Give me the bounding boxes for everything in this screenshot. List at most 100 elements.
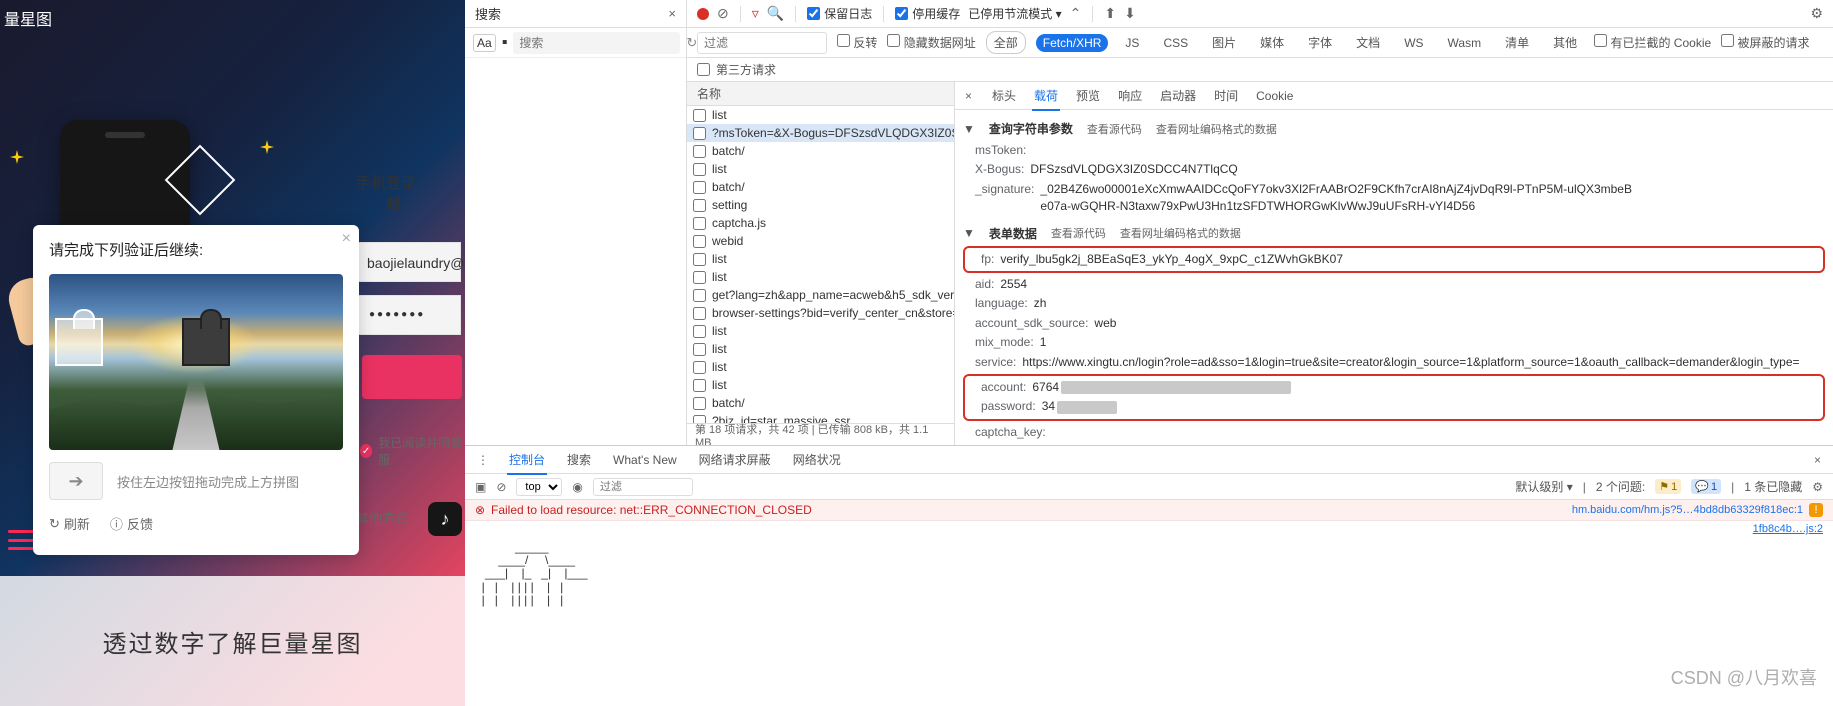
filter-all[interactable]: 全部: [986, 31, 1026, 54]
request-row[interactable]: list: [687, 160, 954, 178]
sidebar-toggle-icon[interactable]: ▣: [475, 480, 486, 494]
filter-img[interactable]: 图片: [1205, 32, 1243, 53]
row-checkbox[interactable]: [693, 343, 706, 356]
row-checkbox[interactable]: [693, 307, 706, 320]
tab-whats-new[interactable]: What's New: [611, 448, 679, 472]
filter-other[interactable]: 其他: [1546, 32, 1584, 53]
captcha-image[interactable]: [49, 274, 343, 450]
query-string-section[interactable]: ▼ 查询字符串参数 查看源代码 查看网址编码格式的数据: [963, 120, 1825, 137]
tab-network-conditions[interactable]: 网络状况: [791, 446, 843, 473]
row-checkbox[interactable]: [693, 235, 706, 248]
tab-payload[interactable]: 载荷: [1032, 82, 1060, 111]
request-row[interactable]: list: [687, 340, 954, 358]
match-case-toggle[interactable]: Aa: [473, 34, 496, 52]
throttle-select[interactable]: 已停用节流模式 ▾: [968, 5, 1061, 22]
feedback-button[interactable]: ⓘ反馈: [110, 514, 153, 533]
row-checkbox[interactable]: [693, 253, 706, 266]
row-checkbox[interactable]: [693, 163, 706, 176]
tab-timing[interactable]: 时间: [1212, 82, 1240, 109]
slider-handle[interactable]: ➔: [49, 462, 103, 500]
row-checkbox[interactable]: [693, 199, 706, 212]
request-row[interactable]: list: [687, 376, 954, 394]
row-checkbox[interactable]: [693, 145, 706, 158]
tab-search[interactable]: 搜索: [565, 446, 593, 473]
tab-preview[interactable]: 预览: [1074, 82, 1102, 109]
blocked-requests-checkbox[interactable]: 被屏蔽的请求: [1721, 34, 1809, 51]
request-row[interactable]: list: [687, 106, 954, 124]
hide-data-urls-checkbox[interactable]: 隐藏数据网址: [887, 34, 975, 51]
close-icon[interactable]: ×: [668, 6, 676, 21]
row-checkbox[interactable]: [693, 271, 706, 284]
issue-badge-info[interactable]: 💬 1: [1691, 479, 1721, 494]
regex-toggle[interactable]: ▪: [502, 34, 508, 52]
issue-badge-warning[interactable]: ⚑ 1: [1655, 479, 1681, 494]
gear-icon[interactable]: ⚙: [1812, 480, 1823, 494]
tab-request-blocking[interactable]: 网络请求屏蔽: [697, 446, 773, 473]
row-checkbox[interactable]: [693, 127, 706, 140]
request-row[interactable]: ?msToken=&X-Bogus=DFSzsdVLQDGX3IZ0SDC...: [687, 124, 954, 142]
gear-icon[interactable]: ⚙: [1810, 5, 1823, 22]
close-icon[interactable]: ×: [1814, 453, 1821, 467]
view-url-encoded-link[interactable]: 查看网址编码格式的数据: [1156, 121, 1277, 137]
filter-css[interactable]: CSS: [1156, 34, 1195, 52]
login-button[interactable]: [362, 355, 462, 399]
filter-wasm[interactable]: Wasm: [1441, 34, 1489, 52]
third-party-checkbox[interactable]: [697, 63, 710, 76]
request-row[interactable]: list: [687, 358, 954, 376]
filter-doc[interactable]: 文档: [1349, 32, 1387, 53]
search-input[interactable]: [513, 32, 680, 54]
request-row[interactable]: list: [687, 268, 954, 286]
tab-initiator[interactable]: 启动器: [1158, 82, 1198, 109]
disable-cache-checkbox[interactable]: 停用缓存: [895, 5, 960, 22]
context-selector[interactable]: top: [516, 478, 562, 496]
request-row[interactable]: webid: [687, 232, 954, 250]
close-icon[interactable]: ×: [965, 89, 972, 103]
upload-icon[interactable]: ⬆: [1104, 5, 1116, 22]
row-checkbox[interactable]: [693, 181, 706, 194]
request-row[interactable]: captcha.js: [687, 214, 954, 232]
tab-response[interactable]: 响应: [1116, 82, 1144, 109]
request-row[interactable]: browser-settings?bid=verify_center_cn&st…: [687, 304, 954, 322]
wifi-icon[interactable]: ⌃: [1070, 5, 1082, 22]
view-url-encoded-link[interactable]: 查看网址编码格式的数据: [1120, 225, 1241, 241]
filter-js[interactable]: JS: [1118, 34, 1146, 52]
password-field[interactable]: ●●●●●●●: [356, 295, 461, 335]
tab-phone-login[interactable]: 手机登录: [356, 175, 416, 192]
tab-email-login[interactable]: 邮: [386, 196, 401, 213]
filter-icon[interactable]: ▿: [752, 5, 759, 22]
row-checkbox[interactable]: [693, 289, 706, 302]
douyin-login-button[interactable]: ♪: [428, 502, 462, 536]
request-row[interactable]: list: [687, 250, 954, 268]
view-source-link[interactable]: 查看源代码: [1051, 225, 1106, 241]
source-link[interactable]: 1fb8c4b….js:2: [1753, 523, 1823, 535]
form-data-section[interactable]: ▼ 表单数据 查看源代码 查看网址编码格式的数据: [963, 225, 1825, 242]
clear-console-icon[interactable]: ⊘: [496, 480, 506, 494]
kebab-icon[interactable]: ⋮: [477, 453, 489, 467]
request-row[interactable]: batch/: [687, 394, 954, 412]
console-filter-input[interactable]: [593, 478, 693, 496]
row-checkbox[interactable]: [693, 397, 706, 410]
request-row[interactable]: setting: [687, 196, 954, 214]
puzzle-piece[interactable]: [182, 318, 230, 366]
filter-font[interactable]: 字体: [1301, 32, 1339, 53]
row-checkbox[interactable]: [693, 361, 706, 374]
filter-fetch-xhr[interactable]: Fetch/XHR: [1036, 34, 1109, 52]
view-source-link[interactable]: 查看源代码: [1087, 121, 1142, 137]
console-error-line[interactable]: ⊗ Failed to load resource: net::ERR_CONN…: [465, 500, 1833, 521]
refresh-button[interactable]: ↻刷新: [49, 514, 90, 533]
tab-console[interactable]: 控制台: [507, 446, 547, 475]
invert-checkbox[interactable]: 反转: [837, 34, 877, 51]
error-source-link[interactable]: hm.baidu.com/hm.js?5…4bd8db63329f818ec:1…: [1572, 503, 1823, 517]
row-checkbox[interactable]: [693, 325, 706, 338]
filter-input[interactable]: [697, 32, 827, 54]
download-icon[interactable]: ⬇: [1124, 5, 1136, 22]
filter-media[interactable]: 媒体: [1253, 32, 1291, 53]
request-row[interactable]: get?lang=zh&app_name=acweb&h5_sdk_versio…: [687, 286, 954, 304]
log-levels[interactable]: 默认级别 ▾: [1515, 478, 1572, 495]
request-row[interactable]: batch/: [687, 142, 954, 160]
hidden-count[interactable]: 1 条已隐藏: [1744, 478, 1802, 495]
agreement-row[interactable]: ✓ 我已阅读并同意 服: [360, 434, 465, 468]
tab-cookies[interactable]: Cookie: [1254, 84, 1295, 108]
row-checkbox[interactable]: [693, 109, 706, 122]
name-column-header[interactable]: 名称: [687, 82, 954, 106]
